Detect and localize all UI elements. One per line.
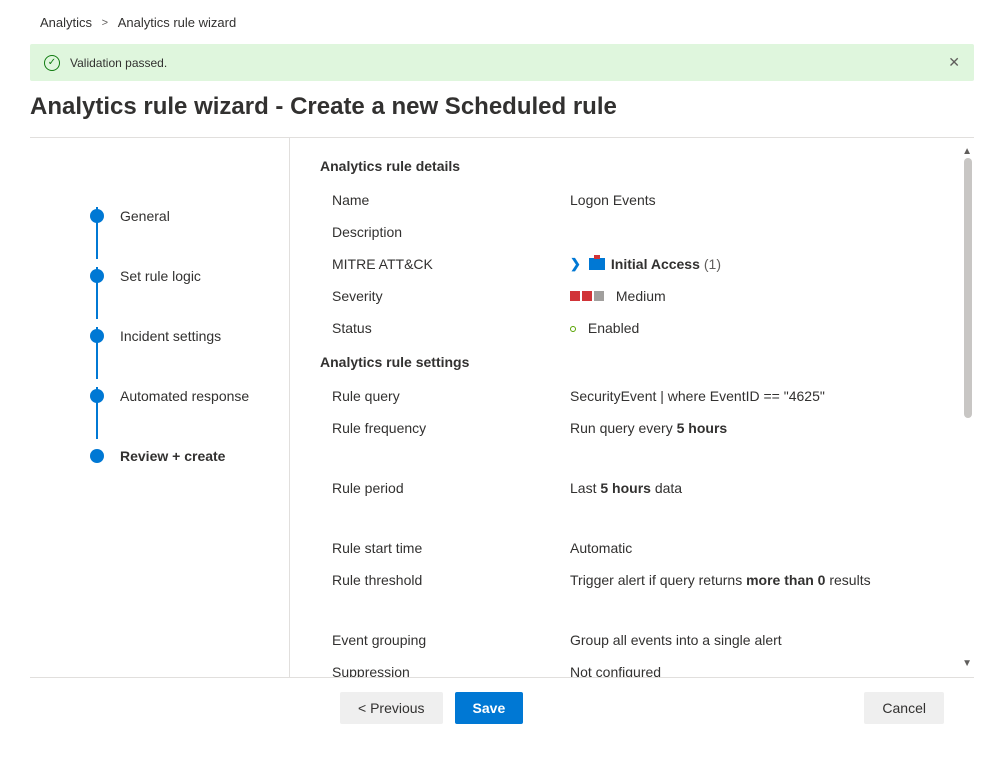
label-name: Name [320,192,570,208]
step-label: Set rule logic [120,268,201,284]
row-description: Description [320,216,944,248]
value-rule-frequency: Run query every 5 hours [570,420,944,436]
settings-heading: Analytics rule settings [320,354,944,370]
row-rule-period: Rule period Last 5 hours data [320,472,944,532]
row-name: Name Logon Events [320,184,944,216]
row-suppression: Suppression Not configured [320,656,944,677]
status-text: Enabled [588,320,639,336]
step-general[interactable]: General [90,186,289,246]
label-rule-frequency: Rule frequency [320,420,570,436]
value-suppression: Not configured [570,664,944,677]
tactics-icon [589,258,605,270]
wizard-steps: General Set rule logic Incident settings… [30,138,290,677]
value-event-grouping: Group all events into a single alert [570,632,944,648]
step-dot-icon [90,209,104,223]
step-dot-icon [90,449,104,463]
value-rule-start: Automatic [570,540,944,556]
value-severity: Medium [570,288,944,304]
row-status: Status Enabled [320,312,944,344]
chevron-right-icon: ❯ [570,256,581,272]
breadcrumb-current: Analytics rule wizard [118,15,237,30]
row-event-grouping: Event grouping Group all events into a s… [320,624,944,656]
previous-button[interactable]: < Previous [340,692,443,724]
label-rule-start: Rule start time [320,540,570,556]
step-dot-icon [90,269,104,283]
scroll-up-icon[interactable]: ▲ [962,146,972,157]
cancel-button[interactable]: Cancel [864,692,944,724]
step-dot-icon [90,329,104,343]
save-button[interactable]: Save [455,692,524,724]
scroll-down-icon[interactable]: ▼ [962,658,972,669]
row-rule-query: Rule query SecurityEvent | where EventID… [320,380,944,412]
step-label: Review + create [120,448,225,464]
label-rule-query: Rule query [320,388,570,404]
label-event-grouping: Event grouping [320,632,570,648]
step-rule-logic[interactable]: Set rule logic [90,246,289,306]
step-label: Incident settings [120,328,221,344]
step-dot-icon [90,389,104,403]
scrollbar-thumb[interactable] [964,158,972,418]
step-automated-response[interactable]: Automated response [90,366,289,426]
details-heading: Analytics rule details [320,158,944,174]
value-rule-query: SecurityEvent | where EventID == "4625" [570,388,944,404]
value-mitre[interactable]: ❯ Initial Access (1) [570,256,944,272]
step-review-create[interactable]: Review + create [90,426,289,486]
label-rule-threshold: Rule threshold [320,572,570,588]
value-name: Logon Events [570,192,944,208]
severity-text: Medium [616,288,666,304]
breadcrumb: Analytics > Analytics rule wizard [0,0,1004,40]
close-icon[interactable]: ✕ [948,54,960,71]
step-label: Automated response [120,388,249,404]
breadcrumb-root[interactable]: Analytics [40,15,92,30]
row-mitre: MITRE ATT&CK ❯ Initial Access (1) [320,248,944,280]
row-rule-frequency: Rule frequency Run query every 5 hours [320,412,944,472]
label-mitre: MITRE ATT&CK [320,256,570,272]
validation-banner: ✓ Validation passed. ✕ [30,44,974,81]
row-rule-start: Rule start time Automatic [320,532,944,564]
value-rule-threshold: Trigger alert if query returns more than… [570,572,944,588]
label-rule-period: Rule period [320,480,570,496]
chevron-right-icon: > [102,17,108,29]
label-description: Description [320,224,570,240]
severity-bars-icon [570,291,604,301]
main-area: General Set rule logic Incident settings… [30,137,974,677]
label-status: Status [320,320,570,336]
step-label: General [120,208,170,224]
step-incident-settings[interactable]: Incident settings [90,306,289,366]
mitre-tactic: Initial Access [611,256,700,272]
review-content: Analytics rule details Name Logon Events… [290,138,974,677]
value-status: Enabled [570,320,944,336]
row-severity: Severity Medium [320,280,944,312]
check-circle-icon: ✓ [44,55,60,71]
validation-message: Validation passed. [70,56,167,70]
label-severity: Severity [320,288,570,304]
wizard-footer: < Previous Save Cancel [30,677,974,738]
page-title: Analytics rule wizard - Create a new Sch… [0,93,1004,137]
row-rule-threshold: Rule threshold Trigger alert if query re… [320,564,944,624]
value-rule-period: Last 5 hours data [570,480,944,496]
mitre-count: (1) [704,256,721,272]
label-suppression: Suppression [320,664,570,677]
status-dot-icon [570,326,576,332]
